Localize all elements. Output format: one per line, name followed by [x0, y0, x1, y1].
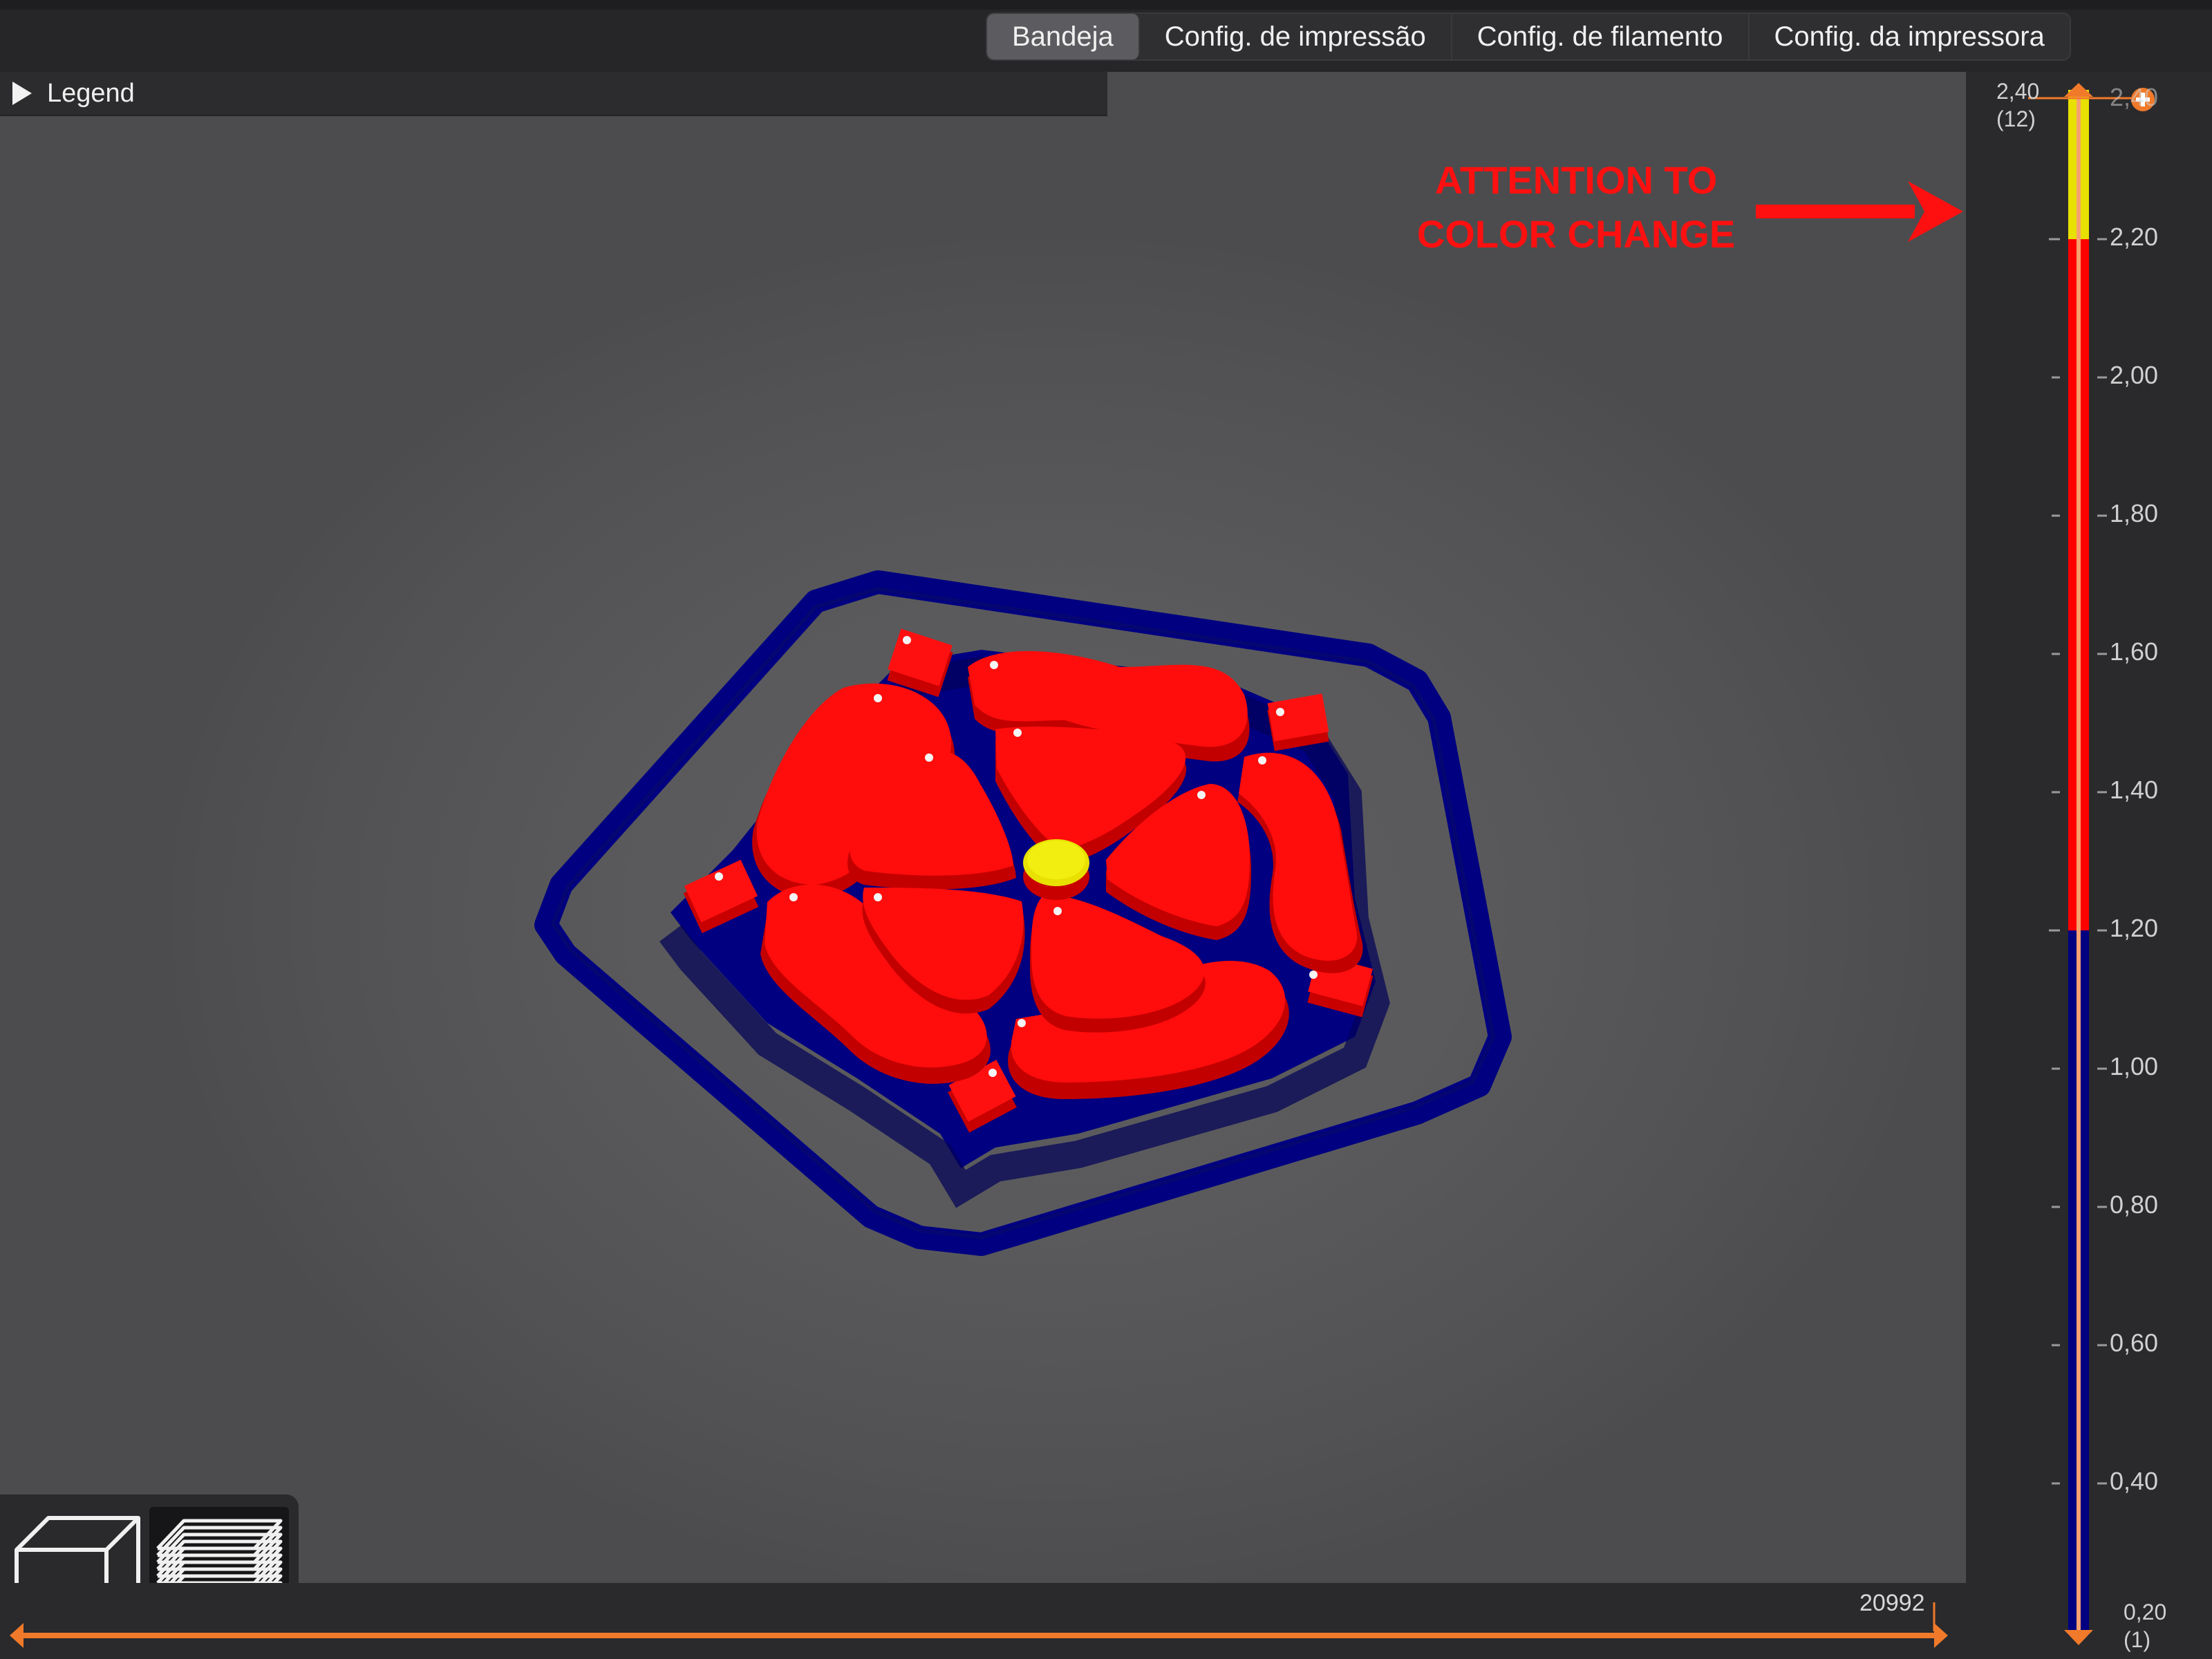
tick-label: 1,40 [2110, 776, 2159, 804]
annotation-line-1: ATTENTION TO [1434, 158, 1718, 202]
tick-label: 1,20 [2110, 914, 2159, 942]
horizontal-slider-end-handle [1934, 1623, 1948, 1648]
legend-label: Legend [47, 79, 135, 108]
horizontal-slider[interactable] [0, 1583, 1966, 1659]
tick-label: 1,80 [2110, 499, 2159, 527]
horizontal-slider-value: 20992 [1859, 1590, 1925, 1616]
top-layer-height: 2,40 [1996, 79, 2040, 104]
tick-label: 0,40 [2110, 1467, 2159, 1495]
top-layer-number: (12) [1996, 106, 2036, 131]
bottom-layer-number: (1) [2124, 1627, 2151, 1652]
3d-preview-viewport[interactable]: Legend ATTENTION TO COLOR CHANGE [0, 72, 1966, 1583]
tab-printer-settings[interactable]: Config. da impressora [1750, 14, 2070, 59]
bottom-layer-handle [2064, 1630, 2093, 1645]
horizontal-slider-start-handle [10, 1623, 24, 1648]
annotation-text: ATTENTION TO COLOR CHANGE [1369, 153, 1783, 261]
bottom-layer-readout: 0,20 (1) [2124, 1598, 2166, 1653]
tab-bandeja[interactable]: Bandeja [987, 14, 1140, 59]
tick-label: 0,80 [2110, 1190, 2159, 1219]
tab-bar: Bandeja Config. de impressão Config. de … [986, 12, 2071, 61]
bottom-layer-height: 0,20 [2124, 1600, 2167, 1624]
vertical-layer-slider[interactable] [1966, 72, 2212, 1659]
tick-label: 2,00 [2110, 361, 2159, 389]
tick-label-top-partial: 2,40 [2110, 83, 2159, 111]
annotation-arrow-icon [1756, 181, 1963, 242]
center-cap [1023, 839, 1089, 900]
horizontal-slider-panel [0, 1583, 1966, 1659]
cube-icon[interactable] [10, 1507, 145, 1583]
top-layer-readout: 2,40 (12) [1996, 77, 2039, 133]
title-strip [0, 0, 2212, 10]
tab-filament-settings[interactable]: Config. de filamento [1452, 14, 1750, 59]
annotation-line-2: COLOR CHANGE [1416, 212, 1736, 256]
tick-label: 1,60 [2110, 637, 2159, 666]
gcode-preview-scene [534, 570, 1512, 1256]
top-toolbar: Bandeja Config. de impressão Config. de … [0, 0, 2212, 73]
layers-icon[interactable] [149, 1507, 289, 1583]
view-mode-buttons [0, 1494, 299, 1583]
tick-label: 0,60 [2110, 1329, 2159, 1357]
legend-expand-icon[interactable] [12, 82, 32, 105]
tick-label: 1,00 [2110, 1052, 2159, 1080]
tick-label: 2,20 [2110, 223, 2159, 251]
legend-panel[interactable]: Legend [0, 72, 1107, 116]
tab-print-settings[interactable]: Config. de impressão [1140, 14, 1452, 59]
